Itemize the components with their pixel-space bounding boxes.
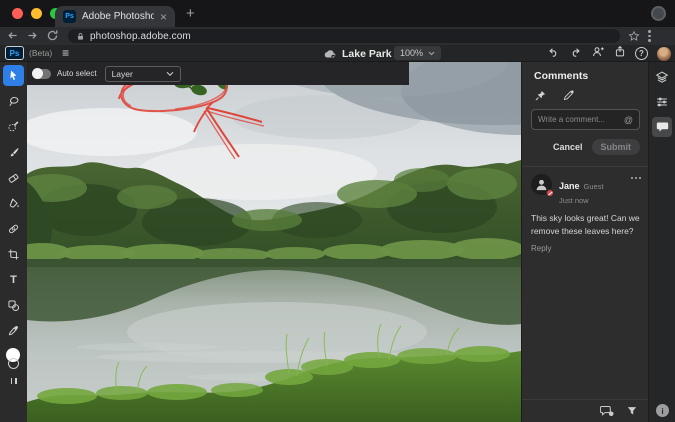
pin-comment-icon[interactable]	[534, 89, 547, 102]
filter-icon[interactable]	[626, 405, 638, 417]
tool-shapes[interactable]	[3, 295, 24, 316]
commenter-name: Jane	[559, 181, 580, 191]
minimize-window-button[interactable]	[31, 8, 42, 19]
undo-icon[interactable]	[547, 45, 560, 63]
tool-options-bar: Auto select Layer	[27, 62, 409, 85]
tool-quick-select[interactable]	[3, 116, 24, 137]
new-tab-button[interactable]: +	[186, 5, 195, 22]
browser-tab[interactable]: Ps Adobe Photoshop ×	[55, 6, 175, 27]
tool-eyedropper[interactable]	[3, 320, 24, 341]
comments-panel-icon[interactable]	[652, 117, 672, 137]
auto-select-toggle[interactable]	[32, 69, 51, 79]
url-text: photoshop.adobe.com	[90, 31, 191, 42]
layer-select-dropdown[interactable]: Layer	[105, 66, 181, 82]
more-tools-icon[interactable]	[11, 378, 17, 384]
tool-healing-brush[interactable]	[3, 218, 24, 239]
chevron-down-icon	[428, 51, 435, 56]
photoshop-app-bar: Ps (Beta) ≡ Lake Park 100%	[0, 45, 675, 62]
bookmark-star-icon[interactable]	[628, 30, 640, 42]
window-controls	[12, 8, 61, 19]
tool-fill[interactable]	[3, 193, 24, 214]
beta-label: (Beta)	[29, 48, 52, 58]
tools-panel: T	[0, 62, 27, 422]
comments-panel: Comments @ Cancel Submit	[521, 62, 648, 422]
document-title: Lake Park	[342, 48, 392, 60]
document-title-group[interactable]: Lake Park	[323, 45, 405, 62]
browser-menu-icon[interactable]	[648, 30, 651, 42]
browser-toolbar: photoshop.adobe.com	[0, 27, 675, 45]
comments-panel-title: Comments	[534, 70, 588, 82]
workspace: T	[0, 62, 675, 422]
tool-lasso[interactable]	[3, 91, 24, 112]
browser-profile-icon[interactable]	[651, 6, 666, 21]
resolved-comments-icon[interactable]	[600, 405, 614, 417]
forward-icon[interactable]	[24, 29, 40, 43]
cloud-sync-icon	[323, 49, 337, 59]
commenter-avatar	[531, 174, 552, 195]
close-window-button[interactable]	[12, 8, 23, 19]
adjustments-panel-icon[interactable]	[652, 92, 672, 112]
tool-brush[interactable]	[3, 142, 24, 163]
comment-timestamp: Just now	[559, 196, 604, 205]
lock-icon	[76, 31, 85, 42]
draw-annotation-icon[interactable]	[562, 89, 575, 102]
panel-rail: i	[648, 62, 675, 422]
zoom-level-dropdown[interactable]: 100%	[394, 46, 441, 60]
tool-type[interactable]: T	[3, 269, 24, 290]
comment-composer: @	[531, 109, 640, 130]
comment-thread: Jane Guest Just now This sky looks great!…	[531, 174, 641, 253]
comment-menu-icon[interactable]	[631, 177, 641, 179]
lake-photo	[27, 62, 521, 422]
background-color-swatch[interactable]	[8, 358, 19, 369]
reload-icon[interactable]	[44, 29, 60, 43]
tool-crop[interactable]	[3, 244, 24, 265]
invite-people-icon[interactable]	[591, 45, 605, 63]
redo-icon[interactable]	[569, 45, 582, 63]
back-icon[interactable]	[4, 29, 20, 43]
commenter-role: Guest	[584, 182, 604, 191]
photoshop-favicon: Ps	[63, 10, 76, 23]
tool-eraser[interactable]	[3, 167, 24, 188]
browser-tab-strip: Ps Adobe Photoshop × +	[0, 0, 675, 27]
hamburger-menu-icon[interactable]: ≡	[62, 47, 69, 59]
divider	[522, 166, 649, 167]
user-avatar[interactable]	[657, 47, 671, 61]
layers-panel-icon[interactable]	[652, 67, 672, 87]
address-bar[interactable]: photoshop.adobe.com	[68, 29, 620, 43]
submit-button[interactable]: Submit	[592, 139, 641, 155]
auto-select-label: Auto select	[57, 69, 97, 78]
comment-text: This sky looks great! Can we remove thes…	[531, 212, 641, 238]
share-icon[interactable]	[614, 45, 626, 63]
mention-icon[interactable]: @	[624, 115, 633, 125]
comment-input[interactable]	[538, 115, 624, 124]
cancel-button[interactable]: Cancel	[553, 142, 583, 152]
color-swatches[interactable]	[3, 348, 24, 374]
help-icon[interactable]: ?	[635, 47, 648, 60]
app-window: Ps Adobe Photoshop × + photoshop.adobe.c…	[0, 0, 675, 422]
tab-title: Adobe Photoshop	[82, 11, 154, 22]
close-tab-icon[interactable]: ×	[160, 11, 167, 23]
canvas[interactable]: Auto select Layer	[27, 62, 521, 422]
photoshop-logo[interactable]: Ps	[5, 46, 24, 60]
guest-badge-icon	[546, 189, 554, 197]
info-icon[interactable]: i	[656, 404, 669, 417]
reply-link[interactable]: Reply	[531, 244, 641, 253]
tool-move[interactable]	[3, 65, 24, 86]
chevron-down-icon	[166, 71, 174, 77]
layer-select-value: Layer	[112, 69, 133, 79]
zoom-level-value: 100%	[400, 48, 423, 58]
